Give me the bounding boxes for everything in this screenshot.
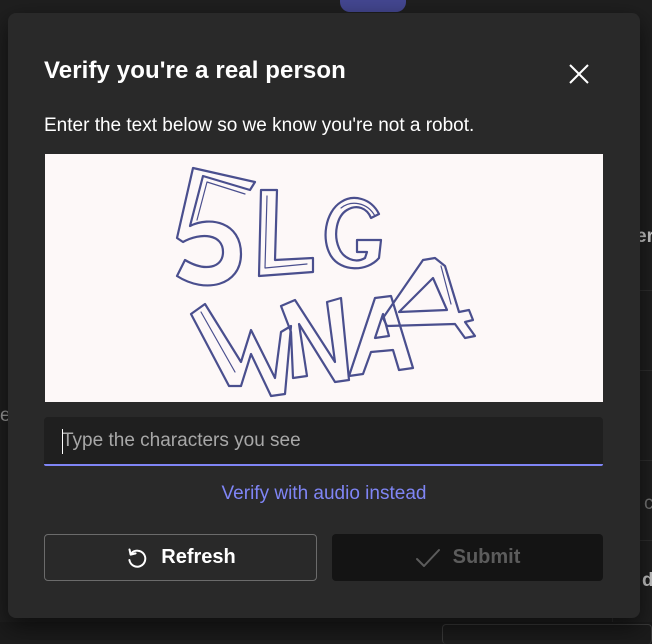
close-icon [568,63,590,85]
refresh-button[interactable]: Refresh [44,534,317,581]
captcha-input[interactable] [44,417,603,464]
captcha-dialog: Verify you're a real person Enter the te… [8,13,640,618]
captcha-input-field[interactable] [44,417,603,466]
captcha-image [45,154,603,402]
checkmark-icon [415,547,441,569]
refresh-icon [125,546,149,570]
background-text-fragment: c [644,493,652,515]
refresh-button-label: Refresh [161,546,235,569]
background-compose-box [442,624,652,644]
close-button[interactable] [564,59,594,89]
submit-button-label: Submit [453,546,521,569]
verify-audio-link[interactable]: Verify with audio instead [8,483,640,505]
text-caret [62,429,63,454]
dialog-subtitle: Enter the text below so we know you're n… [44,115,474,137]
app-logo [340,0,406,12]
dialog-title: Verify you're a real person [44,57,346,85]
submit-button[interactable]: Submit [332,534,603,581]
background-text-fragment: d [642,570,652,592]
